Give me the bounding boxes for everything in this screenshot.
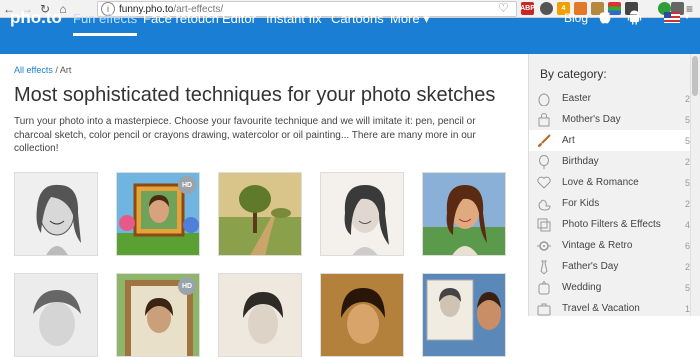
android-icon[interactable] [627, 9, 642, 29]
category-label: Birthday [562, 156, 599, 167]
breadcrumb: All effects / Art [14, 65, 71, 75]
apple-icon[interactable] [598, 9, 612, 29]
hd-badge: HD [178, 277, 196, 295]
page-description: Turn your photo into a masterpiece. Choo… [14, 116, 476, 154]
effect-thumb-green-frame[interactable]: HD [116, 172, 200, 256]
nav-face-retouch[interactable]: Face retouch [143, 11, 219, 26]
category-label: Father's Day [562, 261, 619, 272]
category-fathers-day[interactable]: Father's Day 2 [529, 256, 700, 277]
hd-badge: HD [178, 176, 196, 194]
category-birthday[interactable]: Birthday 2 [529, 151, 700, 172]
page-title: Most sophisticated techniques for your p… [14, 84, 496, 106]
extension-circle-icon[interactable] [540, 2, 553, 15]
category-art[interactable]: Art 5 [529, 130, 700, 151]
suitcase-icon [537, 302, 551, 316]
category-label: Vintage & Retro [562, 240, 633, 251]
us-flag-icon[interactable] [664, 12, 680, 23]
category-label: Travel & Vacation [562, 303, 640, 314]
breadcrumb-all-effects[interactable]: All effects [14, 65, 53, 75]
category-label: Love & Romance [562, 177, 639, 188]
nav-more[interactable]: More ▾ [390, 11, 430, 27]
bookmark-heart-icon[interactable]: ♡ [498, 1, 509, 15]
category-photo-filters[interactable]: Photo Filters & Effects 4 [529, 214, 700, 235]
heart-icon [537, 176, 551, 190]
effect-thumb-color-pencil[interactable] [422, 172, 506, 256]
category-love-romance[interactable]: Love & Romance 5 [529, 172, 700, 193]
category-sidebar: By category: Easter 2 Mother's Day 5 Art… [528, 54, 700, 316]
scrollbar-thumb[interactable] [692, 56, 698, 96]
main-content: All effects / Art Most sophisticated tec… [0, 54, 528, 357]
duck-icon [537, 197, 551, 211]
category-label: Art [562, 135, 575, 146]
bag-icon [537, 112, 551, 127]
category-easter[interactable]: Easter 2 [529, 88, 700, 109]
brush-icon [537, 133, 551, 148]
category-wedding[interactable]: Wedding 5 [529, 277, 700, 298]
effect-thumb-sketch-portrait-2[interactable] [218, 273, 302, 357]
category-for-kids[interactable]: For Kids 2 [529, 193, 700, 214]
tie-icon [537, 260, 551, 274]
balloon-icon [537, 154, 551, 169]
nav-instant-fix[interactable]: Instant fix [266, 11, 322, 26]
effect-thumb-collage[interactable] [422, 273, 506, 357]
nav-cartoons[interactable]: Cartoons [331, 11, 384, 26]
effect-thumb-wood-frame[interactable]: HD [116, 273, 200, 357]
egg-icon [537, 92, 551, 106]
film-icon [537, 239, 551, 253]
nav-editor[interactable]: Editor [222, 11, 256, 26]
nav-blog[interactable]: Blog [564, 11, 588, 25]
language-caret-icon[interactable]: ▼ [683, 12, 691, 21]
sidebar-title: By category: [540, 67, 607, 81]
category-vintage-retro[interactable]: Vintage & Retro 6 [529, 235, 700, 256]
effect-thumb-sketch-portrait[interactable] [320, 172, 404, 256]
effect-thumb-pencil-portrait-2[interactable] [14, 273, 98, 357]
category-label: For Kids [562, 198, 600, 209]
effect-thumb-landscape-painting[interactable] [218, 172, 302, 256]
category-label: Easter [562, 93, 591, 104]
filters-icon [537, 218, 551, 232]
site-logo[interactable]: pho.to [10, 8, 62, 28]
nav-fun-effects[interactable]: Fun effects [73, 11, 138, 36]
ring-icon [537, 280, 551, 295]
breadcrumb-current: Art [59, 65, 72, 75]
category-label: Wedding [562, 282, 602, 293]
breadcrumb-separator: / [55, 65, 58, 75]
effect-thumb-oil-portrait[interactable] [320, 273, 404, 357]
category-label: Mother's Day [562, 114, 621, 125]
category-label: Photo Filters & Effects [562, 219, 661, 230]
adblock-icon[interactable]: ABP [520, 2, 535, 15]
category-mothers-day[interactable]: Mother's Day 5 [529, 109, 700, 130]
effect-thumb-pencil-portrait[interactable] [14, 172, 98, 256]
